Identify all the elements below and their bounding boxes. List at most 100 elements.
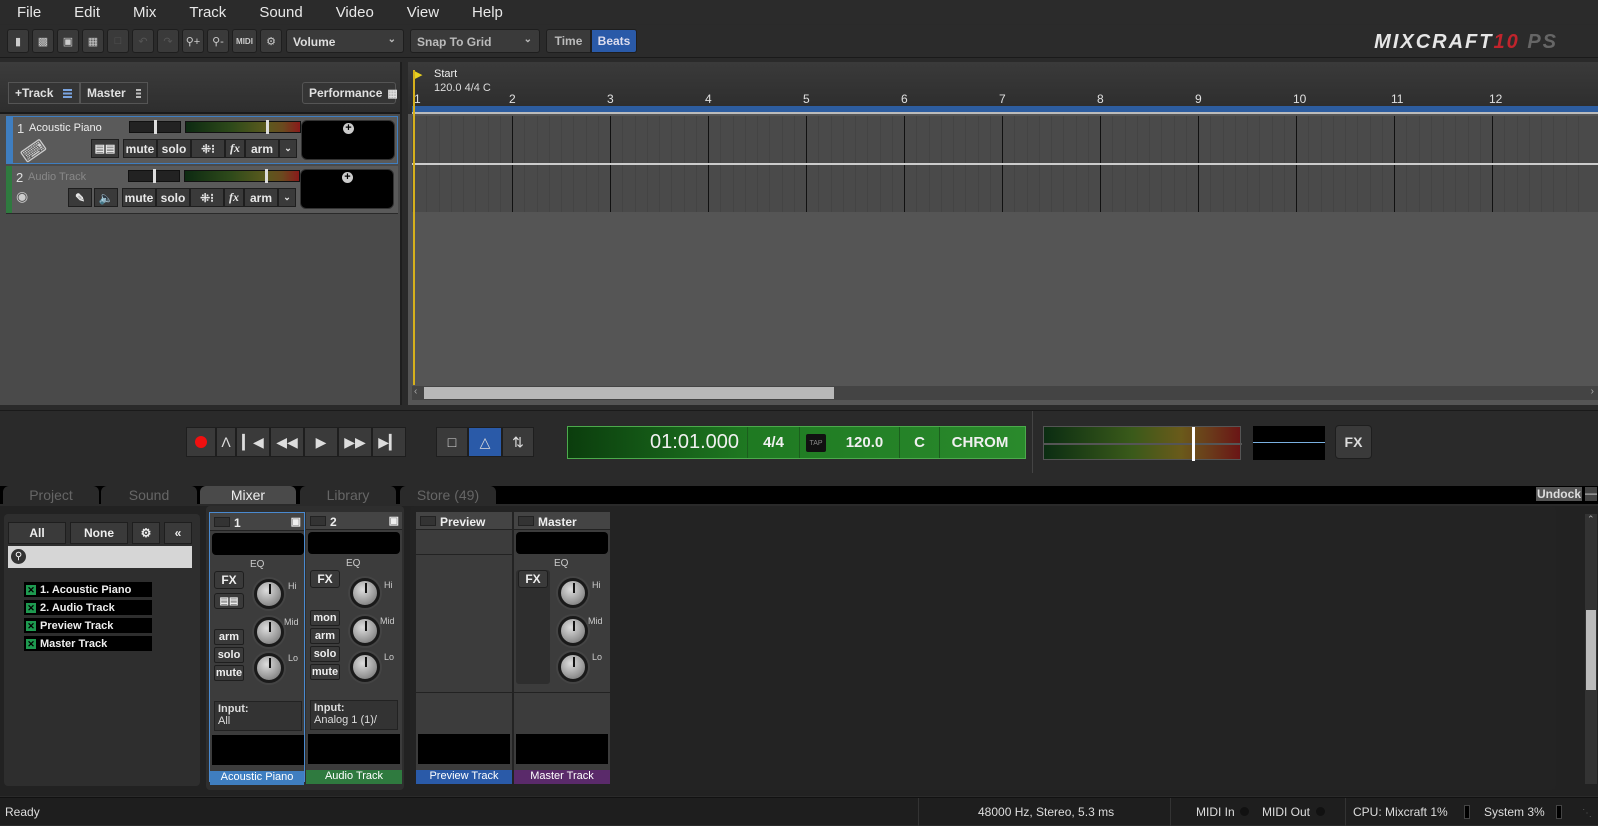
go-to-start-icon[interactable]: ▎◀: [236, 427, 270, 457]
rewind-icon[interactable]: ◀◀: [270, 427, 304, 457]
tab-mixer[interactable]: Mixer: [200, 486, 296, 504]
mixer-vertical-scrollbar[interactable]: ⌃: [1585, 514, 1597, 784]
strip-name-label[interactable]: Acoustic Piano: [210, 771, 304, 785]
strip-select-box[interactable]: [214, 517, 230, 527]
mute-button[interactable]: mute: [214, 665, 244, 681]
time-display[interactable]: 01:01.000: [568, 427, 748, 458]
beats-mode-button[interactable]: Beats: [591, 29, 637, 53]
tab-library[interactable]: Library: [300, 486, 396, 504]
open-project-icon[interactable]: ▣: [57, 29, 79, 53]
arm-button[interactable]: arm: [214, 629, 244, 645]
key-display[interactable]: C: [900, 427, 940, 458]
menu-sound[interactable]: Sound: [242, 4, 302, 21]
track-list-item[interactable]: ✕ 1. Acoustic Piano: [24, 582, 152, 597]
performance-button[interactable]: Performance ▦: [302, 82, 398, 104]
scale-display[interactable]: CHROM: [940, 427, 1020, 458]
expand-icon[interactable]: ▣: [389, 514, 399, 527]
automation-icon[interactable]: ⁜⁝: [191, 139, 225, 158]
select-all-button[interactable]: All: [8, 522, 66, 544]
strip-select-box[interactable]: [518, 516, 534, 526]
settings-icon[interactable]: ⚙: [260, 29, 282, 53]
menu-file[interactable]: File: [0, 4, 41, 21]
fx-slot[interactable]: [308, 532, 400, 554]
track-name[interactable]: Audio Track: [28, 171, 86, 183]
track-row[interactable]: 2 Audio Track ◉ ✎ 🔈 mute solo ⁜⁝ fx arm …: [6, 166, 398, 214]
eq-lo-knob[interactable]: [350, 652, 380, 682]
track-menu-chevron-icon[interactable]: ⌄: [278, 188, 296, 207]
monitor-speaker-icon[interactable]: 🔈: [94, 188, 118, 207]
crop-icon[interactable]: □: [107, 29, 129, 53]
checkbox-checked-icon[interactable]: ✕: [26, 620, 36, 631]
strip-name-label[interactable]: Audio Track: [306, 770, 402, 784]
menu-view[interactable]: View: [390, 4, 439, 21]
eq-hi-knob[interactable]: [558, 578, 588, 608]
checkbox-checked-icon[interactable]: ✕: [26, 638, 36, 649]
tab-store[interactable]: Store (49): [400, 486, 496, 504]
menu-video[interactable]: Video: [319, 4, 374, 21]
automation-icon[interactable]: ⁜⁝: [190, 188, 224, 207]
strip-select-box[interactable]: [420, 516, 436, 526]
redo-icon[interactable]: ↷: [157, 29, 179, 53]
scroll-right-icon[interactable]: ›: [1591, 386, 1594, 397]
track-menu-chevron-icon[interactable]: ⌄: [279, 139, 297, 158]
pan-slider[interactable]: [185, 120, 301, 134]
timeline-area[interactable]: ▶ Start 120.0 4/4 C 1 2 3 4 5 6 7 8 9 10 11 12 ‹ ›: [408, 62, 1598, 405]
strip-select-box[interactable]: [310, 516, 326, 526]
master-button[interactable]: Master: [80, 82, 148, 104]
go-to-end-icon[interactable]: ▶▎: [372, 427, 406, 457]
tap-tempo-button[interactable]: TAP: [806, 434, 826, 452]
track-name[interactable]: Acoustic Piano: [29, 122, 102, 134]
tempo-display[interactable]: 120.0: [830, 427, 900, 458]
timeline-ruler[interactable]: ▶ Start 120.0 4/4 C 1 2 3 4 5 6 7 8 9 10 11 12: [408, 62, 1598, 114]
undock-button[interactable]: Undock: [1536, 487, 1582, 501]
mute-button[interactable]: mute: [310, 664, 340, 680]
eq-hi-knob[interactable]: [254, 579, 284, 609]
fx-slot[interactable]: +: [300, 169, 394, 209]
select-none-button[interactable]: None: [70, 522, 128, 544]
add-fx-plus-icon[interactable]: +: [343, 123, 354, 134]
input-select[interactable]: Input: All: [214, 701, 302, 731]
record-button[interactable]: [186, 427, 216, 457]
menu-mix[interactable]: Mix: [116, 4, 156, 21]
collapse-icon[interactable]: «: [164, 522, 192, 544]
arm-button[interactable]: arm: [244, 188, 278, 207]
mute-button[interactable]: mute: [122, 188, 156, 207]
volume-slider[interactable]: [129, 120, 181, 134]
eq-mid-knob[interactable]: [558, 616, 588, 646]
strip-name-label[interactable]: Preview Track: [416, 770, 512, 784]
track-list-item[interactable]: ✕ 2. Audio Track: [24, 600, 152, 615]
automation-record-icon[interactable]: Λ: [216, 427, 236, 457]
zoom-in-icon[interactable]: ⚲+: [182, 29, 204, 53]
horizontal-scrollbar[interactable]: ‹ ›: [412, 386, 1598, 400]
fx-slot[interactable]: [516, 532, 608, 554]
time-signature[interactable]: 4/4: [748, 427, 800, 458]
pan-slider[interactable]: [184, 169, 300, 183]
add-fx-plus-icon[interactable]: +: [342, 172, 353, 183]
strip-fx-button[interactable]: FX: [518, 570, 548, 588]
eq-mid-knob[interactable]: [350, 616, 380, 646]
track-search-input[interactable]: ⚲: [8, 546, 192, 568]
monitor-button[interactable]: mon: [310, 610, 340, 626]
loop-icon[interactable]: □: [436, 427, 468, 457]
punch-io-icon[interactable]: ⇅: [502, 427, 534, 457]
strip-fx-button[interactable]: FX: [310, 570, 340, 588]
instrument-button[interactable]: ▤▤: [91, 139, 119, 158]
metronome-icon[interactable]: △: [468, 427, 502, 457]
fx-slot[interactable]: [212, 533, 304, 555]
volume-slider[interactable]: [128, 169, 180, 183]
checkbox-checked-icon[interactable]: ✕: [26, 602, 36, 613]
arm-button[interactable]: arm: [245, 139, 279, 158]
fast-forward-icon[interactable]: ▶▶: [338, 427, 372, 457]
track-list-item[interactable]: ✕ Master Track: [24, 636, 152, 651]
arm-button[interactable]: arm: [310, 628, 340, 644]
tab-sound[interactable]: Sound: [101, 486, 197, 504]
scroll-up-icon[interactable]: ⌃: [1587, 514, 1595, 525]
menu-help[interactable]: Help: [455, 4, 503, 21]
settings-icon[interactable]: ⚙: [132, 522, 160, 544]
checkbox-checked-icon[interactable]: ✕: [26, 584, 36, 595]
master-fx-button[interactable]: FX: [1335, 425, 1372, 459]
add-track-button[interactable]: +Track: [8, 82, 80, 104]
eq-lo-knob[interactable]: [558, 652, 588, 682]
audio-settings-status[interactable]: 48000 Hz, Stereo, 5.3 ms: [978, 805, 1114, 819]
new-file-icon[interactable]: ▮: [7, 29, 29, 53]
